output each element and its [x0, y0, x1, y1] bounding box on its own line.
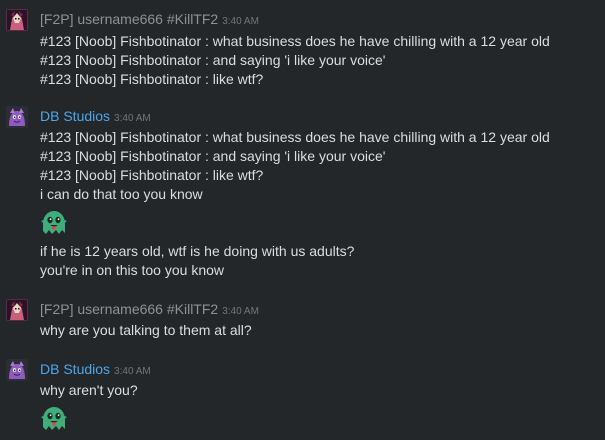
timestamp: 3:40 AM	[114, 366, 151, 377]
avatar[interactable]	[6, 9, 28, 31]
timestamp: 3:40 AM	[222, 306, 259, 317]
timestamp: 3:40 AM	[222, 16, 259, 27]
message-header: DB Studios 3:40 AM	[40, 106, 151, 126]
message-header: DB Studios 3:40 AM	[40, 359, 151, 379]
avatar[interactable]	[6, 299, 28, 321]
author-name[interactable]: DB Studios	[40, 108, 110, 124]
message-line: #123 [Noob] Fishbotinator : like wtf?	[40, 167, 264, 183]
author-name[interactable]: [F2P] username666 #KillTF2	[40, 11, 218, 27]
message-line: why are you talking to them at all?	[40, 322, 252, 338]
message-line: #123 [Noob] Fishbotinator : and saying '…	[40, 148, 386, 164]
author-name[interactable]: [F2P] username666 #KillTF2	[40, 301, 218, 317]
avatar[interactable]	[6, 359, 28, 381]
message-line: #123 [Noob] Fishbotinator : what busines…	[40, 129, 550, 145]
message-line: if he is 12 years old, wtf is he doing w…	[40, 243, 355, 259]
message-line: #123 [Noob] Fishbotinator : and saying '…	[40, 52, 386, 68]
message-line: i can do that too you know	[40, 186, 203, 202]
message-header: [F2P] username666 #KillTF2 3:40 AM	[40, 299, 259, 319]
message-line: you're in on this too you know	[40, 262, 225, 278]
green-ghost-tongue-emoji-icon[interactable]	[38, 403, 70, 435]
author-name[interactable]: DB Studios	[40, 361, 110, 377]
message-line: #123 [Noob] Fishbotinator : what busines…	[40, 33, 550, 49]
avatar[interactable]	[6, 106, 28, 128]
message-line: #123 [Noob] Fishbotinator : like wtf?	[40, 71, 264, 87]
green-ghost-tongue-emoji-icon[interactable]	[38, 207, 70, 239]
message-line: why aren't you?	[40, 382, 138, 398]
message-header: [F2P] username666 #KillTF2 3:40 AM	[40, 9, 259, 29]
timestamp: 3:40 AM	[114, 113, 151, 124]
